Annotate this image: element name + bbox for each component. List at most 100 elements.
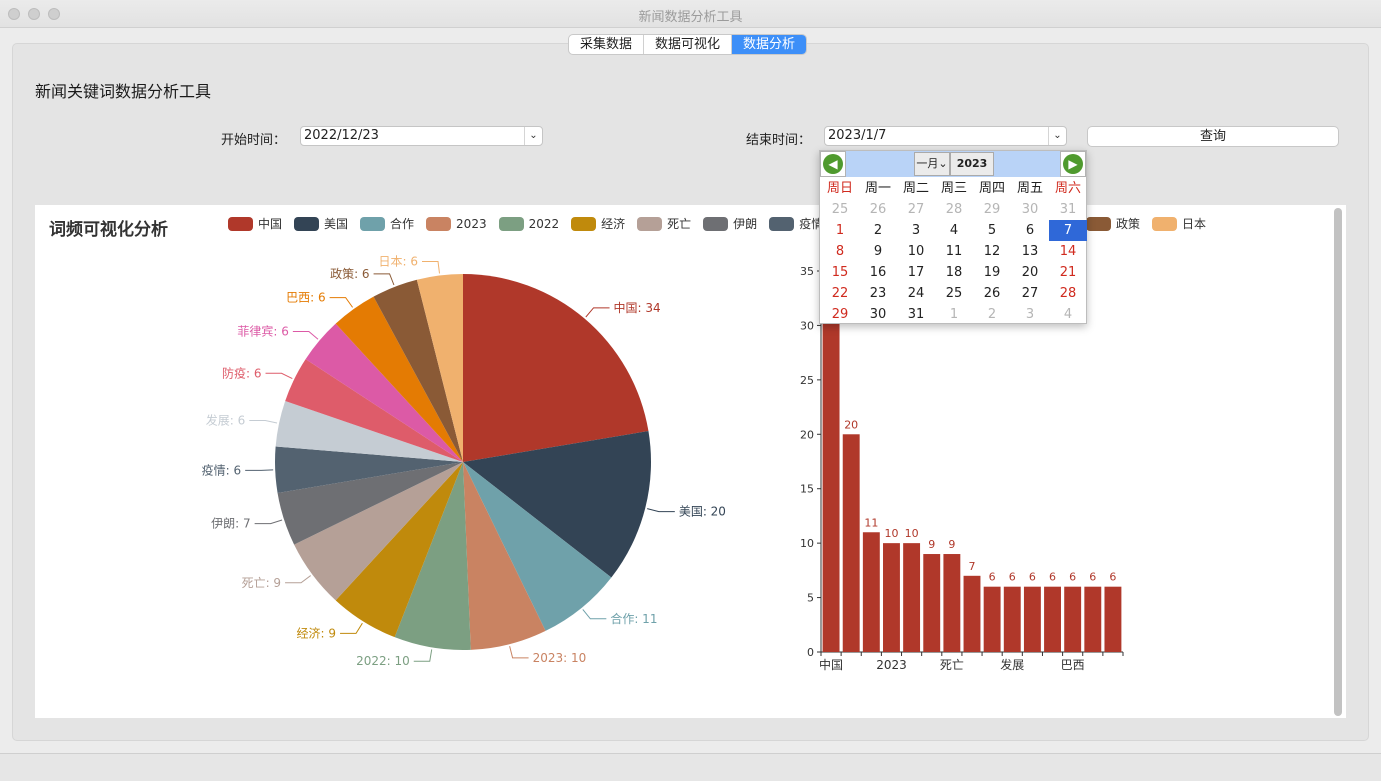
calendar-day[interactable]: 2	[973, 304, 1011, 325]
calendar-day[interactable]: 22	[821, 283, 859, 304]
bar[interactable]	[923, 554, 941, 652]
pie-label: 防疫: 6	[222, 365, 262, 380]
pie-label: 合作: 11	[610, 611, 657, 626]
bar-value-label: 6	[1069, 571, 1076, 584]
calendar-day[interactable]: 26	[859, 199, 897, 220]
bar-value-label: 6	[1089, 571, 1096, 584]
bar[interactable]	[883, 543, 900, 652]
bar[interactable]	[1044, 586, 1061, 652]
calendar-day[interactable]: 23	[859, 283, 897, 304]
tab-collect-data[interactable]: 采集数据	[569, 35, 645, 54]
pie-label: 伊朗: 7	[211, 517, 251, 531]
bar[interactable]	[963, 575, 981, 652]
bar[interactable]	[943, 554, 961, 652]
pie-leader-line	[422, 261, 440, 274]
weekday-header: 周一	[864, 181, 891, 196]
calendar-day[interactable]: 27	[1011, 283, 1049, 304]
tab-visualization[interactable]: 数据可视化	[644, 35, 733, 54]
tab-data-analysis[interactable]: 数据分析	[732, 35, 807, 54]
bar[interactable]	[903, 543, 921, 652]
pie-leader-line	[249, 420, 278, 424]
pie-leader-line	[292, 330, 319, 340]
calendar-day[interactable]: 1	[935, 304, 973, 325]
calendar-day[interactable]: 9	[859, 241, 897, 262]
calendar-day[interactable]: 1	[821, 220, 859, 241]
bar-value-label: 6	[1029, 571, 1036, 584]
bar[interactable]	[842, 434, 860, 652]
calendar-day[interactable]: 27	[897, 199, 935, 220]
tab-bar: 采集数据 数据可视化 数据分析	[568, 34, 808, 55]
query-button[interactable]: 查询	[1087, 126, 1339, 147]
calendar-day[interactable]: 24	[897, 283, 935, 304]
calendar-day[interactable]: 21	[1049, 262, 1087, 283]
calendar-day-selected[interactable]: 7	[1049, 220, 1087, 241]
calendar-day[interactable]: 12	[973, 241, 1011, 262]
next-month-button[interactable]: ▶	[1063, 154, 1083, 174]
calendar-day[interactable]: 28	[935, 199, 973, 220]
bar[interactable]	[1023, 586, 1041, 652]
bar[interactable]	[1003, 586, 1021, 652]
bar[interactable]	[822, 281, 840, 652]
weekday-header: 周日	[826, 181, 853, 196]
calendar-week-row: 15 16 17 18 19 20 21	[821, 262, 1087, 283]
vertical-scrollbar[interactable]	[1334, 208, 1342, 716]
pie-leader-line	[647, 508, 675, 513]
date-picker-calendar: ◀ 一月⌄ 2023 ▶ 周日 周一 周二 周三 周四 周五 周六 25 26 27 28 29 30 3…	[819, 150, 1087, 324]
calendar-day[interactable]: 3	[1011, 304, 1049, 325]
calendar-day[interactable]: 13	[1011, 241, 1049, 262]
calendar-day[interactable]: 8	[821, 241, 859, 262]
pie-label: 经济: 9	[297, 625, 337, 640]
calendar-day[interactable]: 31	[897, 304, 935, 325]
bar[interactable]	[1104, 586, 1122, 652]
bar[interactable]	[862, 532, 880, 652]
calendar-day[interactable]: 28	[1049, 283, 1087, 304]
page-title: 新闻关键词数据分析工具	[35, 82, 212, 101]
calendar-day[interactable]: 6	[1011, 220, 1049, 241]
calendar-day[interactable]: 30	[1011, 199, 1049, 220]
end-date-picker[interactable]: 2023/1/7 ⌄	[824, 126, 1067, 146]
calendar-day[interactable]: 3	[897, 220, 935, 241]
pie-chart: 中国: 34 美国: 20 合作: 11 2023: 10 2022: 10 经济: 9 死…	[202, 255, 726, 669]
pie-leader-line	[373, 273, 395, 286]
calendar-day[interactable]: 2	[859, 220, 897, 241]
bar[interactable]	[1084, 586, 1102, 652]
calendar-day[interactable]: 26	[973, 283, 1011, 304]
year-field[interactable]: 2023	[950, 152, 994, 176]
calendar-day[interactable]: 20	[1011, 262, 1049, 283]
calendar-day[interactable]: 16	[859, 262, 897, 283]
calendar-week-row: 25 26 27 28 29 30 31	[821, 199, 1087, 220]
bar[interactable]	[1064, 586, 1082, 652]
pie-label: 美国: 20	[679, 505, 726, 519]
calendar-day[interactable]: 19	[973, 262, 1011, 283]
pie-leader-line	[265, 372, 293, 380]
calendar-day[interactable]: 25	[821, 199, 859, 220]
calendar-day[interactable]: 5	[973, 220, 1011, 241]
calendar-week-row: 8 9 10 11 12 13 14	[821, 241, 1087, 262]
calendar-day[interactable]: 18	[935, 262, 973, 283]
window-title: 新闻数据分析工具	[638, 10, 743, 25]
start-date-picker[interactable]: 2022/12/23 ⌄	[300, 126, 543, 146]
calendar-day[interactable]: 17	[897, 262, 935, 283]
pie-label: 巴西: 6	[286, 291, 326, 305]
bar[interactable]	[983, 586, 1001, 652]
calendar-day[interactable]: 29	[821, 304, 859, 325]
calendar-day[interactable]: 4	[1049, 304, 1087, 325]
calendar-day[interactable]: 14	[1049, 241, 1087, 262]
chevron-down-icon[interactable]: ⌄	[524, 127, 542, 145]
calendar-day[interactable]: 31	[1049, 199, 1087, 220]
calendar-week-row: 29 30 31 1 2 3 4	[821, 304, 1087, 325]
calendar-day[interactable]: 10	[897, 241, 935, 262]
calendar-day[interactable]: 29	[973, 199, 1011, 220]
calendar-day[interactable]: 15	[821, 262, 859, 283]
x-tick-label: 发展	[1000, 657, 1024, 672]
weekday-header: 周三	[940, 181, 967, 196]
calendar-day[interactable]: 4	[935, 220, 973, 241]
prev-month-button[interactable]: ◀	[823, 154, 843, 174]
pie-leader-line	[329, 297, 354, 308]
calendar-day[interactable]: 25	[935, 283, 973, 304]
calendar-day[interactable]: 11	[935, 241, 973, 262]
chevron-down-icon[interactable]: ⌄	[1048, 127, 1066, 145]
month-select[interactable]: 一月⌄	[914, 152, 950, 176]
calendar-day[interactable]: 30	[859, 304, 897, 325]
bar-value-label: 6	[1049, 571, 1056, 584]
